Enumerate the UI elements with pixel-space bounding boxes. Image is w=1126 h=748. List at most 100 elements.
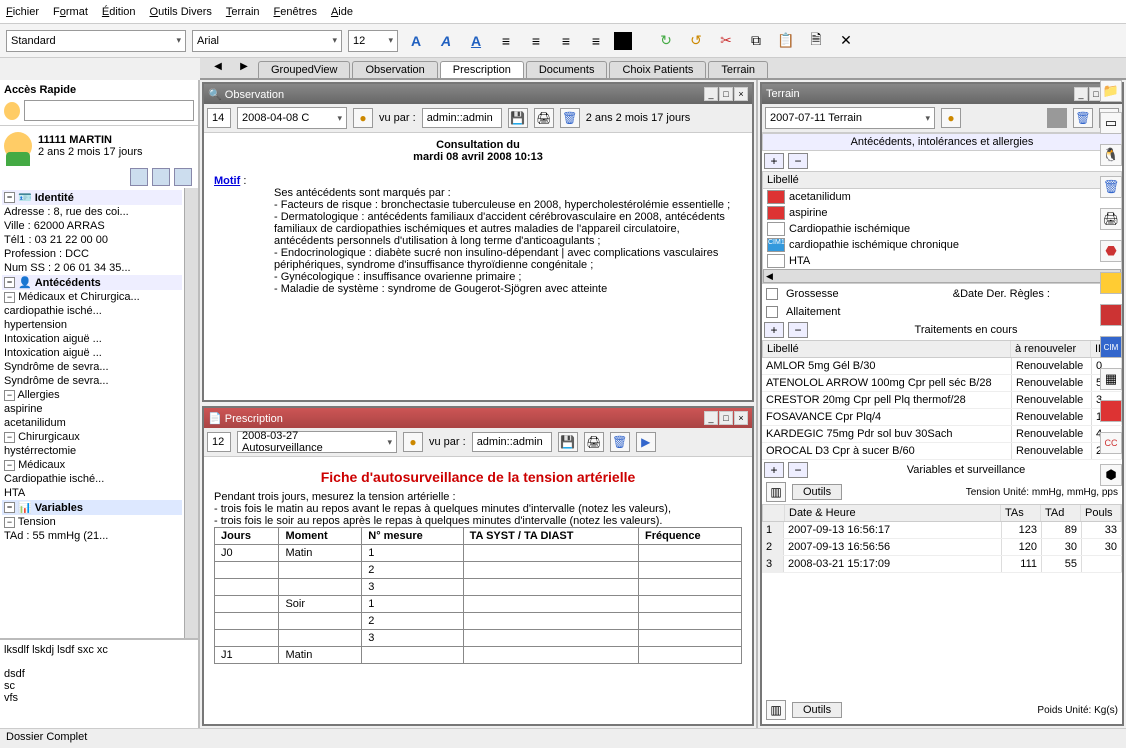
delete-icon[interactable]: 🗑	[610, 432, 630, 452]
menu-edition[interactable]: Édition	[102, 6, 136, 18]
play-icon[interactable]: ▶	[636, 432, 656, 452]
toggle-icon[interactable]: −	[4, 192, 15, 203]
tools-icon[interactable]: ✕	[834, 29, 858, 53]
redo-icon[interactable]: ↻	[654, 29, 678, 53]
save-icon[interactable]: 💾	[508, 108, 528, 128]
align-right-icon[interactable]: ≡	[554, 29, 578, 53]
list-item[interactable]: Cardiopathie ischémique	[763, 221, 1121, 237]
menu-fenetres[interactable]: Fenêtres	[274, 6, 317, 18]
tool-icon[interactable]: ▥	[766, 700, 786, 720]
cut-icon[interactable]: ✂	[714, 29, 738, 53]
observation-titlebar[interactable]: 🔍 Observation _□×	[204, 84, 752, 104]
h-scrollbar[interactable]: ◀▶	[763, 269, 1121, 283]
size-select[interactable]: 12	[348, 30, 398, 52]
stop-icon[interactable]: ⬣	[1100, 240, 1122, 262]
menu-outils[interactable]: Outils Divers	[150, 6, 212, 18]
outils-button[interactable]: Outils	[792, 702, 842, 718]
delete-icon[interactable]: 🗑	[560, 108, 580, 128]
remove-icon[interactable]: −	[788, 153, 808, 169]
tab-prev-icon[interactable]: ◀	[206, 54, 230, 78]
red-icon[interactable]	[1100, 304, 1122, 326]
menu-format[interactable]: Format	[53, 6, 88, 18]
align-center-icon[interactable]: ≡	[524, 29, 548, 53]
list-item[interactable]: HTA	[763, 253, 1121, 269]
view2-icon[interactable]	[152, 168, 170, 186]
tab-prescription[interactable]: Prescription	[440, 61, 524, 78]
list-item[interactable]: CIM10cardiopathie ischémique chronique	[763, 237, 1121, 253]
patient-tree[interactable]: −🪪 Identité Adresse : 8, rue des coi... …	[0, 188, 184, 638]
tree-scrollbar[interactable]	[184, 188, 198, 638]
add-icon[interactable]: +	[764, 153, 784, 169]
grossesse-checkbox[interactable]	[766, 288, 778, 300]
outils-button[interactable]: Outils	[792, 484, 842, 500]
tab-groupedview[interactable]: GroupedView	[258, 61, 350, 78]
remove-icon[interactable]: −	[788, 462, 808, 478]
menu-fichier[interactable]: FFichierichier	[6, 6, 39, 18]
trash-icon[interactable]: 🗑	[1100, 176, 1122, 198]
quick-access-input[interactable]	[24, 100, 194, 121]
list-item[interactable]: acetanilidum	[763, 189, 1121, 205]
menu-terrain[interactable]: Terrain	[226, 6, 260, 18]
doc-icon[interactable]: 🗎	[804, 29, 828, 53]
remove-icon[interactable]: −	[788, 322, 808, 338]
obs-date-select[interactable]: 2008-04-08 C	[237, 107, 347, 129]
terrain-date-select[interactable]: 2007-07-11 Terrain	[765, 107, 935, 129]
view3-icon[interactable]	[174, 168, 192, 186]
close-icon[interactable]: ×	[734, 87, 748, 101]
save-icon[interactable]: 💾	[558, 432, 578, 452]
obs-document[interactable]: Consultation du mardi 08 avril 2008 10:1…	[204, 133, 752, 400]
grid-icon[interactable]: ▦	[1100, 368, 1122, 390]
italic-icon[interactable]: A	[434, 29, 458, 53]
paste-icon[interactable]: 📋	[774, 29, 798, 53]
font-select[interactable]: Arial	[192, 30, 342, 52]
bold-icon[interactable]: A	[404, 29, 428, 53]
menu-aide[interactable]: Aide	[331, 6, 353, 18]
tab-choixpatients[interactable]: Choix Patients	[609, 61, 706, 78]
prescription-titlebar[interactable]: 📄 Prescription _□×	[204, 408, 752, 428]
gray-icon[interactable]	[1047, 108, 1067, 128]
presc-date-select[interactable]: 2008-03-27 Autosurveillance	[237, 431, 397, 453]
record-icon[interactable]: ●	[353, 108, 373, 128]
underline-icon[interactable]: A	[464, 29, 488, 53]
delete-icon[interactable]: 🗑	[1073, 108, 1093, 128]
maximize-icon[interactable]: □	[719, 87, 733, 101]
tool-icon[interactable]: ▥	[766, 482, 786, 502]
minimize-icon[interactable]: _	[1074, 87, 1088, 101]
terrain-titlebar[interactable]: Terrain _□×	[762, 84, 1122, 104]
minimize-icon[interactable]: _	[704, 87, 718, 101]
folder-icon[interactable]: 📁	[1100, 80, 1122, 102]
undo-icon[interactable]: ↺	[684, 29, 708, 53]
ccam-icon[interactable]: CC	[1100, 432, 1122, 454]
tab-documents[interactable]: Documents	[526, 61, 608, 78]
close-icon[interactable]: ×	[734, 411, 748, 425]
presc-user[interactable]: admin::admin	[472, 432, 552, 452]
tab-terrain[interactable]: Terrain	[708, 61, 768, 78]
doc-icon[interactable]: ▭	[1100, 112, 1122, 134]
modules-icon[interactable]: ⬢	[1100, 464, 1122, 486]
color-icon[interactable]	[614, 32, 632, 50]
print-icon[interactable]: 🖨	[534, 108, 554, 128]
notes-area[interactable]: lksdlf lskdj lsdf sxc xc dsdf sc vfs	[0, 638, 198, 728]
minimize-icon[interactable]: _	[704, 411, 718, 425]
presc-document[interactable]: Fiche d'autosurveillance de la tension a…	[204, 457, 752, 724]
allaitement-checkbox[interactable]	[766, 306, 778, 318]
style-select[interactable]: Standard	[6, 30, 186, 52]
obs-user[interactable]: admin::admin	[422, 108, 502, 128]
tab-next-icon[interactable]: ▶	[232, 54, 256, 78]
penguin-icon[interactable]: 🐧	[1100, 144, 1122, 166]
add-icon[interactable]: +	[764, 322, 784, 338]
print-icon[interactable]: 🖨	[584, 432, 604, 452]
yellow-icon[interactable]	[1100, 272, 1122, 294]
add-icon[interactable]: +	[764, 462, 784, 478]
list-item[interactable]: aspirine	[763, 205, 1121, 221]
cim10-icon[interactable]: CIM	[1100, 336, 1122, 358]
align-left-icon[interactable]: ≡	[494, 29, 518, 53]
tab-observation[interactable]: Observation	[352, 61, 437, 78]
view1-icon[interactable]	[130, 168, 148, 186]
maximize-icon[interactable]: □	[719, 411, 733, 425]
record-icon[interactable]: ●	[403, 432, 423, 452]
vidal-icon[interactable]	[1100, 400, 1122, 422]
record-icon[interactable]: ●	[941, 108, 961, 128]
printer-icon[interactable]: 🖨	[1100, 208, 1122, 230]
copy-icon[interactable]: ⧉	[744, 29, 768, 53]
